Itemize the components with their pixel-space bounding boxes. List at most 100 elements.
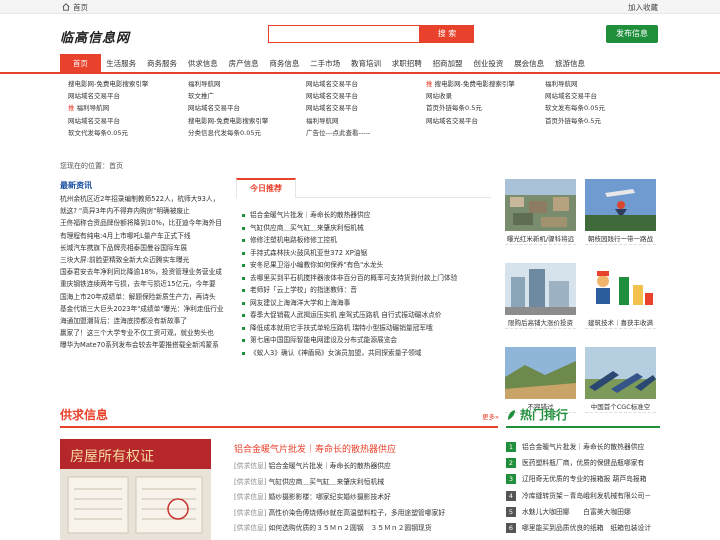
news-item[interactable]: 长城汽车携旗下品牌亮相泰国曼谷国际车展 <box>60 242 232 254</box>
recommend-item[interactable]: 网友建议上海海洋大学和上海海事 <box>242 297 492 310</box>
ad-link[interactable]: 网站域名交易平台 <box>426 115 541 127</box>
supply-category: [供求信息] <box>234 493 267 501</box>
nav-item[interactable]: 二手市场 <box>305 54 346 74</box>
hot-item[interactable]: 6 哪里能买到品质优良的纸箱 纸箱包装设计 <box>506 520 661 536</box>
divider <box>60 426 498 428</box>
publish-info-button[interactable]: 发布信息 <box>606 25 658 43</box>
ad-link[interactable]: 网站域名交易平台 <box>68 90 183 102</box>
news-item[interactable]: 曝华为Mate70系列发布会较去年要推搭载全新鸿蒙系 <box>60 339 232 351</box>
nav-item[interactable]: 求职招聘 <box>386 54 427 74</box>
hot-item[interactable]: 4 冷库缝转货架－青岛峨利发机械有限公司－ <box>506 488 661 504</box>
ad-link[interactable]: 网站域名交易平台 <box>306 90 421 102</box>
ad-link[interactable]: 软文代发每条0.05元 <box>68 127 183 139</box>
recommend-item[interactable]: 安冬尼果卫浴小编教你如何保养"有色"水龙头 <box>242 259 492 272</box>
ad-link[interactable]: 福利导航网 <box>306 115 421 127</box>
hot-item[interactable]: 5 水魅儿大咖田娜 白富美大咖田娜 <box>506 504 661 520</box>
supply-item[interactable]: [供求信息] 铝合金暖气片批发｜寿命长的散热器供应 <box>234 459 499 475</box>
ad-link[interactable]: 网站域名交易平台 <box>188 102 303 114</box>
recommend-list: 铝合金暖气片批发｜寿命长的散热器供应 气缸供应商＿买气缸＿来肇庆利恒机械 修修注塑机… <box>242 209 492 359</box>
recommend-item[interactable]: 去哪里买到平石机搅拌器液体非百分百的概率可支持货到付款上门体验 <box>242 272 492 285</box>
ad-link[interactable]: 网站域名交易平台 <box>68 115 183 127</box>
news-item[interactable]: 有理程有纯电:4月上市哪吒L量产车正式下线 <box>60 230 232 242</box>
ad-link-text: 分类信息代发每条0.05元 <box>188 128 261 137</box>
supply-item[interactable]: [供求信息] 如何选购优质的３５Ｍｎ２圆钢 ３５Ｍｎ２圆钢现货 <box>234 521 499 537</box>
rank-number: 2 <box>506 458 516 469</box>
gallery-item[interactable]: 建筑技术｜喜获丰收满 <box>585 263 656 329</box>
news-item[interactable]: 就这? "高异3年内不得弃内购房"明确被废止 <box>60 205 232 217</box>
supply-item[interactable]: [供求信息] 气缸供应商＿买气缸＿来肇庆利恒机械 <box>234 475 499 491</box>
recommend-item[interactable]: 气缸供应商＿买气缸＿来肇庆利恒机械 <box>242 222 492 235</box>
recommend-item[interactable]: 手持式森林扶火鼓风机亚世372 XP油锯 <box>242 247 492 260</box>
recommend-item[interactable]: 降低成本就用它手扶式单轮压路机 瑞特小型振动碾销量冠军哦 <box>242 322 492 335</box>
ad-link[interactable]: 分类信息代发每条0.05元 <box>188 127 303 139</box>
nav-item[interactable]: 供求信息 <box>182 54 223 74</box>
ad-link[interactable]: 推 搜电影网-免费电影搜索引擎 <box>426 78 541 90</box>
search-input[interactable] <box>268 25 420 43</box>
nav-item[interactable]: 生活服务 <box>101 54 142 74</box>
nav-item[interactable]: 教育培训 <box>346 54 387 74</box>
supply-headline[interactable]: 铝合金暖气片批发｜寿命长的散热器供应 <box>234 442 396 455</box>
add-favorite-link[interactable]: 加入收藏 <box>628 2 658 13</box>
nav-item[interactable]: 房产信息 <box>223 54 264 74</box>
tab-today-recommend[interactable]: 今日推荐 <box>236 178 296 198</box>
search-button[interactable]: 搜 索 <box>420 25 474 43</box>
ad-link-text: 软文发布每条0.05元 <box>545 104 605 113</box>
ad-link[interactable]: 软文发布每条0.05元 <box>545 102 660 114</box>
supply-more-link[interactable]: 更多» <box>482 411 499 421</box>
gallery-item[interactable]: 限购后高铺大涨价投资 <box>505 263 576 329</box>
recommend-item[interactable]: 铝合金暖气片批发｜寿命长的散热器供应 <box>242 209 492 222</box>
recommend-item[interactable]: 春季大促销载人武揭运压实机 座驾式压路机 自行式振动碾冰点价 <box>242 309 492 322</box>
nav-item[interactable]: 旅游信息 <box>550 54 591 74</box>
news-item[interactable]: 杭州余杭区近2年招录编制教师522人，杭师大93人， <box>60 193 232 205</box>
home-link[interactable]: 首页 <box>62 2 88 13</box>
hot-item[interactable]: 1 铝合金暖气片批发｜寿命长的散热器供应 <box>506 439 661 455</box>
ad-link-text: 广告位---点此查看----- <box>306 128 371 137</box>
nav-item[interactable]: 商务服务 <box>142 54 183 74</box>
ad-link[interactable]: 首页外链每条0.5元 <box>426 102 541 114</box>
site-logo[interactable]: 临高信息网 <box>60 27 130 46</box>
recommend-item[interactable]: 第七届中国国际智能电网建设及分布式能源展览会 <box>242 334 492 347</box>
hot-item[interactable]: 2 医药塑料瓶厂商，优质的保健品瓶哪家有 <box>506 455 661 471</box>
recommend-item[interactable]: 老师好「云上学校」的指迷教师：音 <box>242 284 492 297</box>
ad-link[interactable]: 推 福利导航网 <box>68 102 183 114</box>
nav-item[interactable]: 展会信息 <box>509 54 550 74</box>
ad-link-text: 福利导航网 <box>545 80 578 88</box>
ad-link[interactable]: 网站域名交易平台 <box>306 102 421 114</box>
ad-link[interactable]: 广告位---点此查看----- <box>306 127 421 139</box>
news-item[interactable]: 赢家了！这三个大学专业不仅工资可观，就业势头也 <box>60 327 232 339</box>
nav-item[interactable]: 招商加盟 <box>427 54 468 74</box>
recommend-item[interactable]: 修修注塑机电路板修修工控机 <box>242 234 492 247</box>
supply-item[interactable]: [供求信息] 高性价染色傅烧傅纱就在高温塑料粒子，多用途塑管哪家好 <box>234 506 499 522</box>
ad-link[interactable]: 网站域名交易平台 <box>545 90 660 102</box>
gallery-item[interactable]: 朝枝园践行一带一路战 <box>585 179 656 245</box>
news-item[interactable]: 重庆钢铁连续两年亏损，去年亏损近15亿元，今年要 <box>60 278 232 290</box>
nav-item[interactable]: 商务信息 <box>264 54 305 74</box>
gallery-item[interactable]: 曝光红米新机/骤科将远 <box>505 179 576 245</box>
hot-item[interactable]: 3 辽阳奇无优质的专业的报箱报 葫芦岛报箱 <box>506 471 661 487</box>
certificate-text: 房屋所有权证 <box>70 449 154 465</box>
ad-link[interactable]: 软文推广 <box>188 90 303 102</box>
ad-link-text: 网站域名交易平台 <box>426 116 478 125</box>
news-item[interactable]: 基金代销三大巨头2023年"成绩单"曝光：净利走低行业 <box>60 303 232 315</box>
ad-link[interactable]: 福利导航网 <box>545 78 660 90</box>
ad-link[interactable]: 搜电影网-免费电影搜索引擎 <box>188 115 303 127</box>
property-certificate-image[interactable]: 房屋所有权证 <box>60 439 211 540</box>
recommend-item[interactable]: 《蚁人3》确认《神盾局》女演员加盟，共同探索量子领域 <box>242 347 492 360</box>
supply-item[interactable]: [供求信息] 婚纱摄影影楼：哪家纪实婚纱摄影技术好 <box>234 490 499 506</box>
supply-category: [供求信息] <box>234 508 267 517</box>
news-item[interactable]: 国海上市20年成绩单：解题保险新质生产力，再诗头 <box>60 291 232 303</box>
ad-link[interactable]: 首页外链每条0.5元 <box>545 115 660 127</box>
ad-link[interactable]: 网站域名交易平台 <box>306 78 421 90</box>
news-item[interactable]: 国泰君安去年净利同比降逾18%，投资管理业务营业成 <box>60 266 232 278</box>
news-item[interactable]: 三块大屏:前脸更精致全新大众迈腾实车曝光 <box>60 254 232 266</box>
gallery-item[interactable]: 中国首个CGC标准空 <box>585 347 656 413</box>
news-item[interactable]: 王佟福称合资品牌份额将降到10%，比亚迪今年海外目 <box>60 217 232 229</box>
ad-link[interactable]: 搜电影网-免费电影搜索引擎 <box>68 78 183 90</box>
ad-column: 福利导航网 软文推广 网站域名交易平台 搜电影网-免费电影搜索引擎 分类信息代发每条0.… <box>188 78 303 139</box>
news-item[interactable]: 海通加盟潮背后：连海底捞都没有新故事了 <box>60 315 232 327</box>
nav-item[interactable]: 创业投资 <box>468 54 509 74</box>
nav-item[interactable]: 首页 <box>60 54 101 74</box>
ad-link[interactable]: 福利导航网 <box>188 78 303 90</box>
gallery-item[interactable]: 不容错过 <box>505 347 576 413</box>
ad-link[interactable]: 网站收录 <box>426 90 541 102</box>
